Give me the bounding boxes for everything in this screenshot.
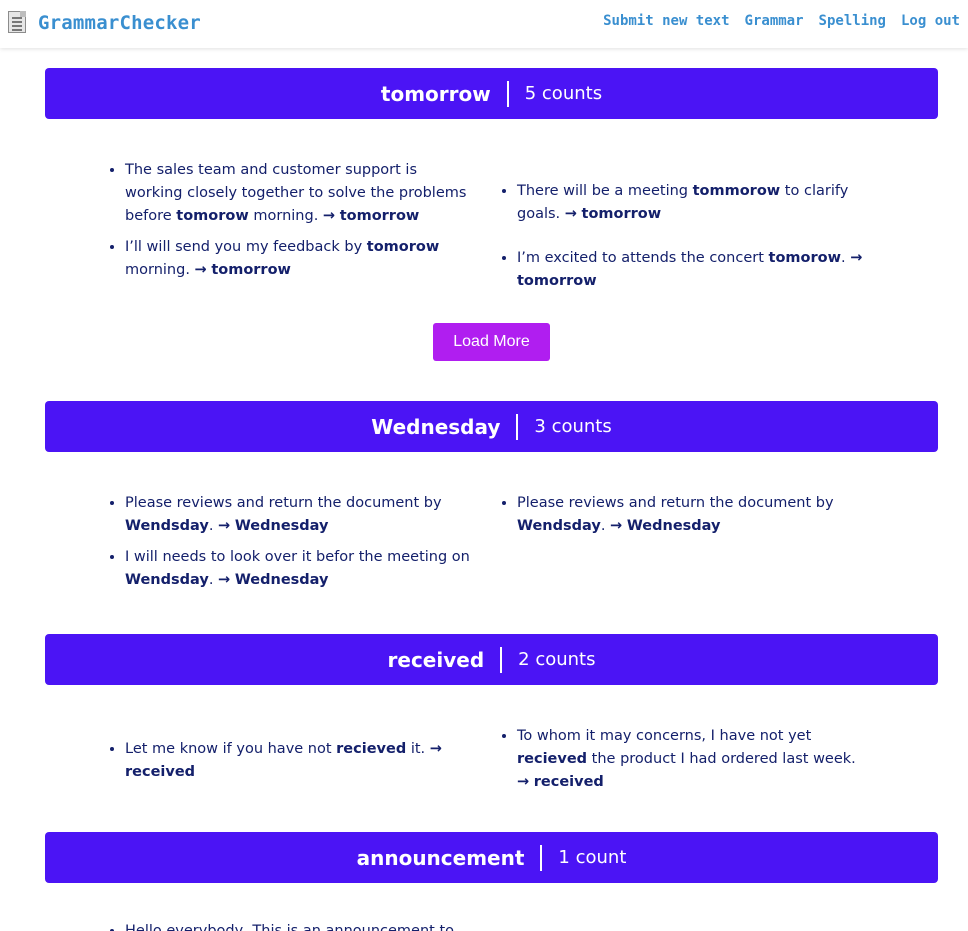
- nav-submit-new-text[interactable]: Submit new text: [603, 13, 729, 29]
- misspelled-word: tommorow: [692, 183, 781, 199]
- section-word: announcement: [356, 845, 525, 870]
- examples-right: To whom it may concerns, I have not yet …: [517, 725, 867, 802]
- arrow-icon: →: [517, 774, 530, 790]
- misspelled-word: Wendsday: [125, 518, 209, 534]
- examples-left: Hello everybody, This is an announcement…: [125, 920, 475, 931]
- misspelled-word: recieved: [517, 751, 588, 767]
- arrow-icon: →: [322, 208, 336, 224]
- section-count: 3 counts: [534, 416, 612, 437]
- navbar: GrammarChecker Submit new text Grammar S…: [0, 0, 968, 48]
- misspelled-word: tomorow: [366, 239, 440, 255]
- arrow-icon: →: [610, 518, 623, 534]
- correction: Wednesday: [626, 518, 721, 534]
- misspelled-word: tomorow: [768, 250, 842, 266]
- section-word: Wednesday: [371, 414, 501, 439]
- correction: Wednesday: [234, 572, 329, 588]
- arrow-icon: →: [850, 250, 863, 266]
- section-header-wednesday: Wednesday 3 counts: [45, 401, 938, 452]
- correction: Wednesday: [234, 518, 329, 534]
- document-icon: [6, 10, 32, 36]
- divider: [500, 646, 503, 673]
- example-item: To whom it may concerns, I have not yet …: [517, 725, 867, 794]
- correction: received: [125, 764, 196, 780]
- nav-grammar[interactable]: Grammar: [745, 13, 804, 29]
- misspelled-word: tomorow: [176, 208, 249, 224]
- section-word: received: [387, 647, 485, 672]
- example-item: Please reviews and return the document b…: [517, 492, 867, 538]
- section-word: tomorrow: [380, 81, 491, 106]
- correction: tomorrow: [339, 208, 420, 224]
- nav-spelling[interactable]: Spelling: [819, 13, 886, 29]
- arrow-icon: →: [429, 741, 442, 757]
- examples-right: There will be a meeting tommorow to clar…: [517, 180, 867, 301]
- arrow-icon: →: [564, 206, 577, 222]
- example-item: There will be a meeting tommorow to clar…: [517, 180, 867, 226]
- section-header-received: received 2 counts: [45, 634, 938, 685]
- nav-log-out[interactable]: Log out: [901, 13, 960, 29]
- section-header-tomorrow: tomorrow 5 counts: [45, 68, 938, 119]
- correction: tomorrow: [211, 262, 291, 278]
- section-count: 5 counts: [524, 83, 603, 104]
- example-item: Please reviews and return the document b…: [125, 492, 475, 538]
- nav-links: Submit new text Grammar Spelling Log out: [603, 13, 960, 29]
- examples-left: The sales team and customer support is w…: [125, 159, 475, 290]
- misspelled-word: recieved: [336, 741, 407, 757]
- section-count: 2 counts: [518, 649, 596, 670]
- correction: received: [533, 774, 604, 790]
- brand-name[interactable]: GrammarChecker: [38, 12, 201, 34]
- divider: [506, 80, 509, 107]
- divider: [540, 844, 543, 871]
- example-item: I’ll will send you my feedback by tomoro…: [125, 236, 475, 282]
- examples-right: Please reviews and return the document b…: [517, 492, 867, 546]
- correction: tomorrow: [517, 273, 597, 289]
- section-header-announcement: announcement 1 count: [45, 832, 938, 883]
- examples-left: Please reviews and return the document b…: [125, 492, 475, 600]
- example-item: The sales team and customer support is w…: [125, 159, 475, 228]
- section-count: 1 count: [558, 847, 627, 868]
- examples-left: Let me know if you have not recieved it.…: [125, 738, 475, 792]
- example-item: Hello everybody, This is an announcement…: [125, 920, 475, 931]
- divider: [516, 413, 519, 440]
- arrow-icon: →: [194, 262, 207, 278]
- example-item: Let me know if you have not recieved it.…: [125, 738, 475, 784]
- arrow-icon: →: [218, 572, 231, 588]
- correction: tomorrow: [581, 206, 662, 222]
- arrow-icon: →: [218, 518, 231, 534]
- example-item: I will needs to look over it befor the m…: [125, 546, 475, 592]
- misspelled-word: Wendsday: [125, 572, 209, 588]
- brand[interactable]: GrammarChecker: [6, 10, 201, 36]
- load-more-button[interactable]: Load More: [433, 323, 550, 361]
- misspelled-word: Wendsday: [517, 518, 601, 534]
- example-item: I’m excited to attends the concert tomor…: [517, 247, 867, 293]
